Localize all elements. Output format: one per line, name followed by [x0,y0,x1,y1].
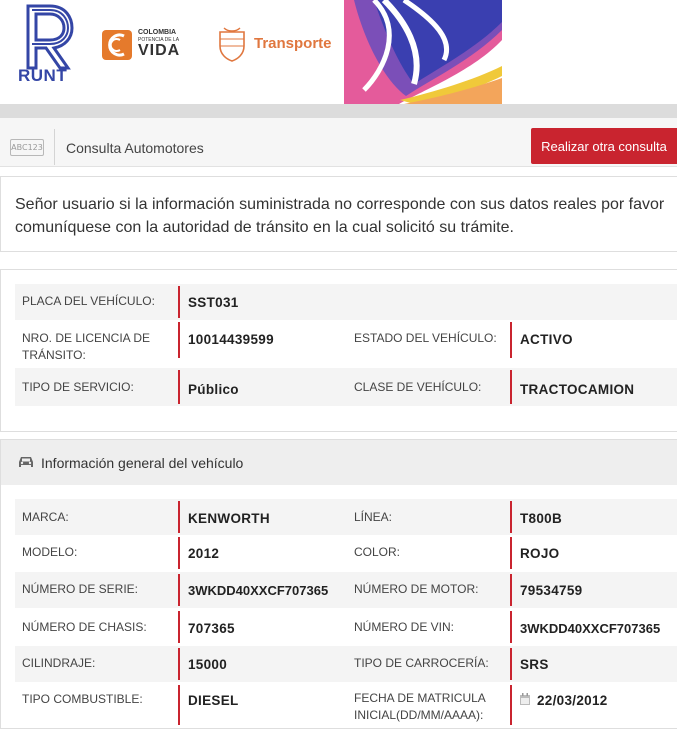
value-marker [510,537,512,569]
general-info-title: Información general del vehículo [41,455,244,471]
matricula-label: FECHA DE MATRICULA INICIAL(DD/MM/AAAA): [354,691,486,722]
general-row-cilindraje [15,646,677,682]
value-marker [178,685,180,725]
color-label: COLOR: [354,545,401,559]
combustible-label: TIPO COMBUSTIBLE: [22,692,143,706]
placa-label: PLACA DEL VEHÍCULO: [22,294,155,308]
chasis-value: 707365 [188,621,235,636]
modelo-value: 2012 [188,546,220,561]
vin-value: 3WKDD40XXCF707365 [520,621,661,636]
licencia-label: NRO. DE LICENCIA DE TRÁNSITO: [22,331,151,362]
matricula-value: 22/03/2012 [537,693,608,708]
cilindraje-value: 15000 [188,657,228,672]
value-marker [510,648,512,680]
consulta-separator [54,129,55,165]
value-marker [510,501,512,533]
modelo-label: MODELO: [22,545,78,559]
estado-label: ESTADO DEL VEHÍCULO: [354,331,497,345]
marca-label: MARCA: [22,510,69,524]
value-marker [510,322,512,358]
transporte-label: Transporte [254,35,332,52]
value-marker [178,322,180,358]
value-marker [178,537,180,569]
colombia-logo-line3: VIDA [138,42,181,59]
carroceria-value: SRS [520,657,549,672]
calendar-icon [520,693,530,705]
value-marker [178,648,180,680]
value-marker [178,611,180,643]
servicio-value: Público [188,382,239,397]
notice-text: Señor usuario si la información suminist… [15,196,665,236]
chasis-label: NÚMERO DE CHASIS: [22,620,147,634]
decorative-waves [344,0,502,104]
placa-value: SST031 [188,295,239,310]
site-header: RUNT COLOMBIA POTENCIA DE LA VIDA Transp… [0,0,677,104]
serie-value: 3WKDD40XXCF707365 [188,583,329,598]
marca-value: KENWORTH [188,511,270,526]
color-value: ROJO [520,546,560,561]
value-marker [510,574,512,606]
clase-label: CLASE DE VEHÍCULO: [354,380,482,394]
colombia-logo-line1: COLOMBIA [138,29,177,36]
serie-label: NÚMERO DE SERIE: [22,582,139,596]
value-marker [510,685,512,725]
header-divider [0,104,677,118]
value-marker [510,370,512,404]
linea-label: LÍNEA: [354,510,393,524]
motor-value: 79534759 [520,583,583,598]
runt-logo-text: RUNT [18,66,68,85]
vin-label: NÚMERO DE VIN: [354,620,455,634]
carroceria-label: TIPO DE CARROCERÍA: [354,656,489,670]
servicio-label: TIPO DE SERVICIO: [22,380,134,394]
general-row-marca [15,499,677,535]
licencia-value: 10014439599 [188,332,274,347]
clase-value: TRACTOCAMION [520,382,635,397]
combustible-value: DIESEL [188,693,239,708]
consulta-title: Consulta Automotores [66,140,204,156]
coat-of-arms-icon [219,27,245,62]
value-marker [510,611,512,643]
estado-value: ACTIVO [520,332,573,347]
value-marker [178,370,180,404]
value-marker [178,286,180,318]
notice-panel: Señor usuario si la información suminist… [0,176,677,252]
value-marker [178,501,180,533]
abc123-plate-icon: ABC123 [10,139,44,156]
new-query-button[interactable]: Realizar otra consulta [531,128,677,164]
cilindraje-label: CILINDRAJE: [22,656,96,670]
motor-label: NÚMERO DE MOTOR: [354,582,479,596]
linea-value: T800B [520,511,563,526]
car-icon [19,457,33,467]
value-marker [178,574,180,606]
